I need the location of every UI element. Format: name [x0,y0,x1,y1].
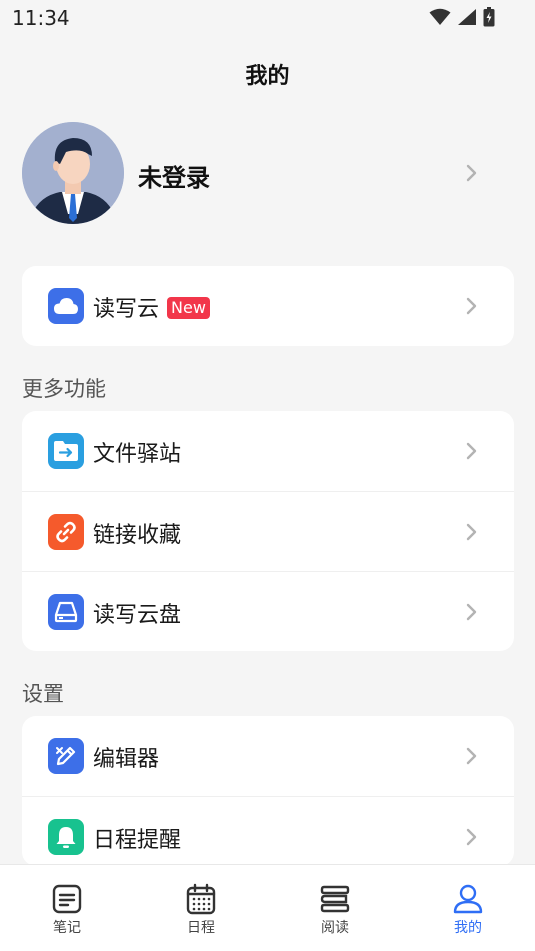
settings-card: 编辑器 日程提醒 [22,716,514,866]
tab-label: 我的 [454,920,482,936]
list-item-link-favorites[interactable]: 链接收藏 [22,491,514,571]
cloud-label-wrap: 读写云 New [93,291,210,323]
editor-icon [48,738,84,774]
tab-notes[interactable]: 笔记 [0,865,134,951]
bottom-tab-bar: 笔记 日程 阅读 我的 [0,864,535,951]
tab-schedule[interactable]: 日程 [134,865,268,951]
chevron-right-icon [466,523,477,541]
file-transfer-icon [48,433,84,469]
chevron-right-icon [466,442,477,460]
profile-name: 未登录 [138,164,210,192]
avatar[interactable] [22,122,124,224]
cloud-label: 读写云 [93,297,160,322]
tab-reading[interactable]: 阅读 [268,865,402,951]
cloud-disk-icon [48,594,84,630]
cellular-signal-icon [458,9,476,25]
profile-row[interactable]: 未登录 [22,122,514,224]
section-title-more-features: 更多功能 [22,377,106,401]
new-badge: New [167,297,210,319]
battery-icon [483,7,495,27]
section-title-settings: 设置 [22,682,64,706]
chevron-right-icon [466,603,477,621]
list-item-label: 编辑器 [93,747,160,772]
avatar-illustration [22,122,124,224]
status-time: 11:34 [12,6,70,30]
status-icons [429,7,495,27]
more-features-card: 文件驿站 链接收藏 读写云盘 [22,411,514,651]
cloud-icon [48,288,84,324]
list-item-label: 日程提醒 [93,828,182,853]
chevron-right-icon [466,164,477,182]
notes-icon [52,884,82,914]
tab-label: 笔记 [53,920,81,936]
page-title: 我的 [245,64,290,89]
screen: 11:34 我的 未登录 读写云 New 更多功能 文件驿站 链接收藏 读写云盘… [0,0,535,951]
list-item-label: 文件驿站 [93,442,182,467]
list-item-label: 链接收藏 [93,523,182,548]
chevron-right-icon [466,747,477,765]
bell-icon [48,819,84,855]
chevron-right-icon [466,297,477,315]
list-item-editor[interactable]: 编辑器 [22,716,514,796]
list-item-cloud-disk[interactable]: 读写云盘 [22,571,514,651]
cloud-card: 读写云 New [22,266,514,346]
status-bar: 11:34 [0,0,535,38]
user-icon [453,884,483,914]
tab-mine[interactable]: 我的 [401,865,535,951]
cloud-row[interactable]: 读写云 New [22,266,514,346]
books-icon [320,885,350,913]
calendar-icon [186,883,216,915]
chevron-right-icon [466,828,477,846]
tab-label: 阅读 [321,920,349,936]
link-icon [48,514,84,550]
wifi-icon [429,8,451,25]
tab-label: 日程 [187,920,215,936]
list-item-file-transfer[interactable]: 文件驿站 [22,411,514,491]
list-item-schedule-reminder[interactable]: 日程提醒 [22,796,514,866]
list-item-label: 读写云盘 [93,603,182,628]
